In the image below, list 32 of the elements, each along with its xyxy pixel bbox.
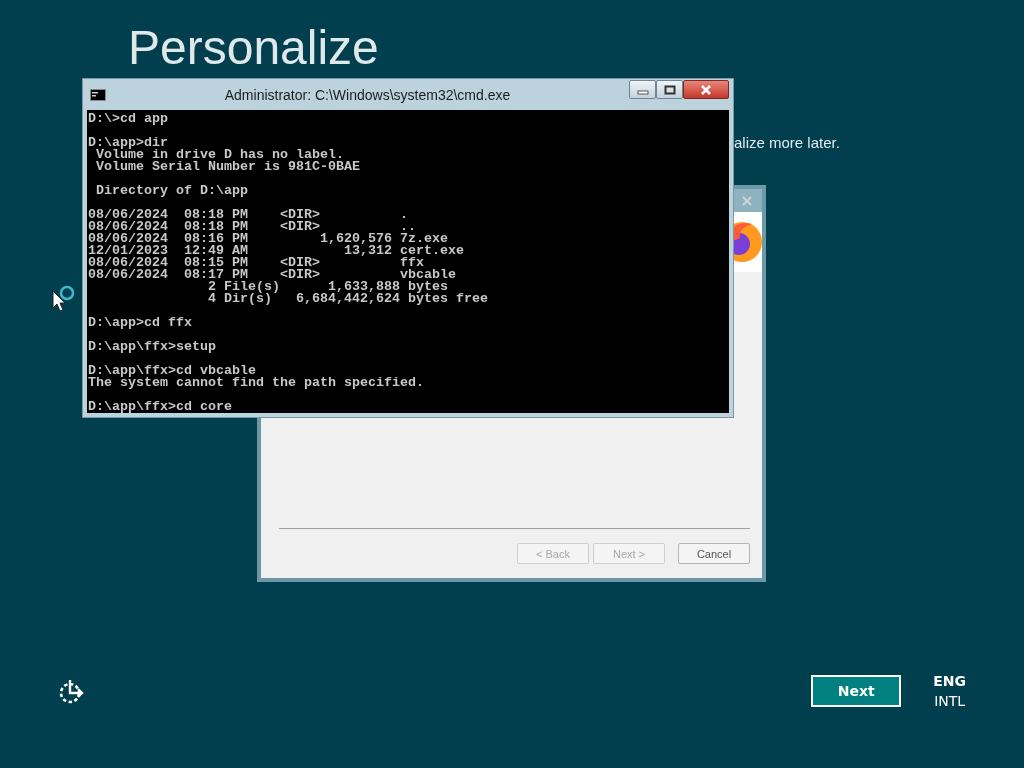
next-button[interactable]: Next — [811, 675, 902, 707]
maximize-button[interactable] — [656, 80, 683, 99]
console-line: D:\app>dir — [88, 137, 168, 149]
language-label[interactable]: ENG — [933, 671, 966, 691]
busy-cursor-icon — [52, 284, 76, 314]
console-line: Directory of D:\app — [95, 185, 248, 197]
console-icon — [90, 88, 106, 101]
console-line: The system cannot find the path specified. — [88, 377, 424, 389]
console-line: D:\app\ffx>cd core — [88, 401, 232, 413]
close-button[interactable] — [683, 80, 729, 99]
console-line: 12/01/2023 12:49 AM 13,312 cert.exe — [88, 245, 464, 257]
console-line: Volume Serial Number is 981C-0BAE — [95, 161, 360, 173]
accessibility-icon — [58, 677, 86, 705]
console-line: 08/06/2024 08:18 PM <DIR> . — [88, 209, 408, 221]
close-icon — [700, 84, 712, 95]
console-line: D:\app>cd ffx — [88, 317, 192, 329]
wizard-button[interactable]: Cancel — [678, 543, 750, 564]
console-line: D:\>cd app — [88, 113, 168, 125]
keyboard-layout-label[interactable]: INTL — [934, 691, 966, 711]
console-line: 08/06/2024 08:17 PM <DIR> vbcable — [88, 269, 456, 281]
window-title: Administrator: C:\Windows\system32\cmd.exe — [223, 86, 512, 103]
console-line: 08/06/2024 08:15 PM <DIR> ffx — [88, 257, 424, 269]
maximize-icon — [663, 84, 676, 95]
console-line: 2 File(s) 1,633,888 bytes — [206, 281, 448, 293]
console-line: 08/06/2024 08:16 PM 1,620,576 7z.exe — [88, 233, 448, 245]
page-title: Personalize — [128, 22, 379, 74]
console-line: 4 Dir(s) 6,684,442,624 bytes free — [206, 293, 488, 305]
console-line: D:\app\ffx>setup — [88, 341, 216, 353]
subtitle-text: alize more later. — [734, 134, 840, 151]
console-line: 08/06/2024 08:18 PM <DIR> .. — [88, 221, 416, 233]
console-line: Volume in drive D has no label. — [96, 149, 344, 161]
console-line: D:\app\ffx>cd vbcable — [88, 365, 256, 377]
